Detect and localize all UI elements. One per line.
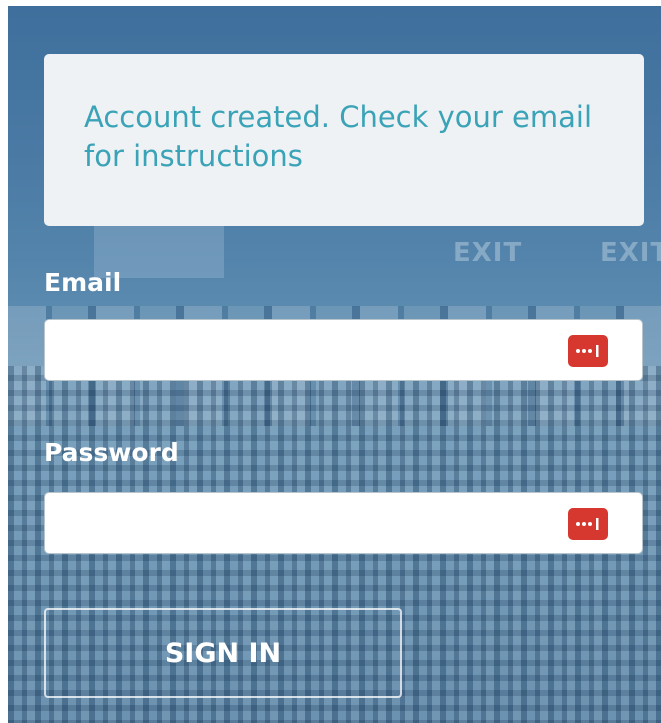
notice-message: Account created. Check your email for in…	[84, 100, 593, 173]
email-field-container	[44, 319, 643, 381]
password-manager-icon[interactable]	[568, 335, 608, 367]
password-dots-icon	[576, 345, 599, 357]
password-manager-icon[interactable]	[568, 508, 608, 540]
email-label: Email	[44, 268, 122, 297]
exit-sign: EXIT	[600, 238, 661, 268]
password-field[interactable]	[45, 493, 555, 553]
password-field-container	[44, 492, 643, 554]
sign-in-button[interactable]: SIGN IN	[44, 608, 402, 698]
password-label: Password	[44, 438, 179, 467]
email-field[interactable]	[45, 320, 555, 380]
exit-sign: EXIT	[453, 238, 523, 268]
password-dots-icon	[576, 518, 599, 530]
account-created-notice: Account created. Check your email for in…	[44, 54, 644, 226]
